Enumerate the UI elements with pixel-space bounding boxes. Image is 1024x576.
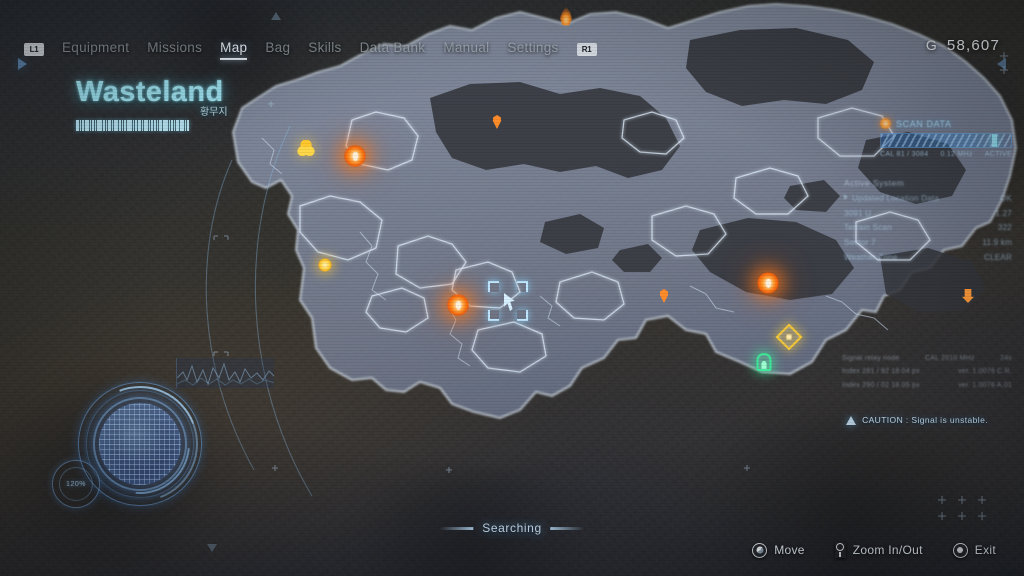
scan-right-value: ACTIVE [984, 151, 1012, 158]
radar-zoom-value: 120% [66, 480, 86, 488]
scan-orb-icon [880, 118, 891, 129]
region-title-block: Wasteland 황무지 [76, 78, 228, 131]
tab-equipment[interactable]: Equipment [62, 38, 129, 60]
circle-button-icon [952, 542, 968, 558]
next-page-arrow-icon[interactable] [997, 58, 1006, 70]
system-val-5: CLEAR [984, 252, 1012, 262]
system-line-5: Weather Zone [844, 252, 898, 262]
searching-label: Searching [482, 521, 542, 535]
control-move[interactable]: Move [752, 542, 805, 558]
map-screen: L1 Equipment Missions Map Bag Skills Dat… [0, 0, 1024, 576]
system-val-2: 1.27 [995, 208, 1012, 218]
region-native-name: 황무지 [199, 107, 228, 118]
resource-cluster-marker[interactable] [297, 140, 315, 156]
analog-stick-icon [752, 542, 768, 558]
relay-row3-left: Index 290 / 02 18.05 px [842, 381, 920, 389]
currency-display: G 58,607 [926, 37, 1000, 54]
currency-symbol: G [925, 37, 938, 53]
searching-line-left [439, 526, 474, 530]
signal-relay-panel: Signal relay node CAL 2010 MHz 24s Index… [842, 352, 1012, 392]
currency-amount: 58,607 [946, 37, 1000, 54]
tab-map[interactable]: Map [220, 38, 248, 60]
relay-row1-left: Signal relay node [842, 355, 900, 362]
resource-node-marker[interactable] [318, 258, 332, 272]
active-system-panel: Active System Updated Location Data OK 30… [844, 176, 1012, 266]
relay-row1-tail: 24s [1000, 355, 1012, 362]
prev-page-arrow-icon[interactable] [18, 58, 27, 70]
system-heading: Active System [844, 178, 905, 188]
relay-row2-right: ver. 1.0076 C.R. [958, 368, 1012, 376]
shelter-marker[interactable] [756, 353, 772, 371]
right-bumper-icon[interactable]: R1 [576, 42, 597, 56]
scan-data-panel: SCAN DATA CAL 81 / 3084 0.12 MHz ACTIVE [880, 118, 1012, 158]
control-exit-label: Exit [974, 543, 996, 557]
system-line-4: Sector 7 [844, 238, 876, 248]
tab-skills[interactable]: Skills [308, 38, 341, 60]
objective-marker[interactable] [344, 145, 366, 167]
relay-row1-right: CAL 2010 MHz [925, 355, 975, 362]
tab-missions[interactable]: Missions [147, 38, 202, 60]
scan-progress-bar [880, 133, 1012, 148]
nav-items: Equipment Missions Map Bag Skills Data B… [62, 38, 559, 60]
system-line-3: Terrain Scan [844, 223, 892, 233]
tab-settings[interactable]: Settings [507, 38, 558, 60]
scan-panel-title: SCAN DATA [896, 118, 952, 129]
zoom-icon [835, 542, 846, 558]
system-val-4: 11.9 km [982, 238, 1012, 248]
scan-mid-value: 0.12 MHz [940, 151, 973, 158]
control-move-label: Move [774, 543, 805, 557]
control-exit[interactable]: Exit [952, 542, 996, 558]
searching-status: Searching [439, 521, 585, 535]
top-navigation[interactable]: L1 Equipment Missions Map Bag Skills Dat… [0, 36, 1024, 62]
caution-banner: CAUTION : Signal is unstable. [846, 415, 988, 425]
tab-data-bank[interactable]: Data Bank [360, 38, 426, 60]
caution-text: CAUTION : Signal is unstable. [862, 415, 988, 425]
system-val-1: OK [999, 193, 1012, 203]
scan-left-value: CAL 81 / 3084 [880, 151, 929, 158]
searching-line-right [550, 526, 585, 530]
system-line-2: 3091 U [844, 208, 872, 218]
system-line-1: Updated Location Data [852, 193, 940, 203]
objective-marker[interactable] [447, 294, 469, 316]
warning-triangle-icon [846, 415, 857, 425]
radar-zoom-dial[interactable]: 120% [52, 460, 100, 508]
tab-bag[interactable]: Bag [265, 38, 290, 60]
control-hints: Move Zoom In/Out Exit [752, 542, 996, 558]
relay-row3-right: ver. 1.0076 A.01 [958, 381, 1012, 389]
left-bumper-icon[interactable]: L1 [24, 42, 44, 56]
control-zoom[interactable]: Zoom In/Out [835, 542, 923, 558]
control-zoom-label: Zoom In/Out [852, 543, 923, 557]
barcode-decoration [76, 120, 224, 131]
objective-marker[interactable] [757, 272, 779, 294]
relay-row2-left: Index 281 / 92 18.04 px [842, 368, 920, 376]
tab-manual[interactable]: Manual [443, 38, 489, 60]
system-val-3: 322 [997, 223, 1012, 233]
